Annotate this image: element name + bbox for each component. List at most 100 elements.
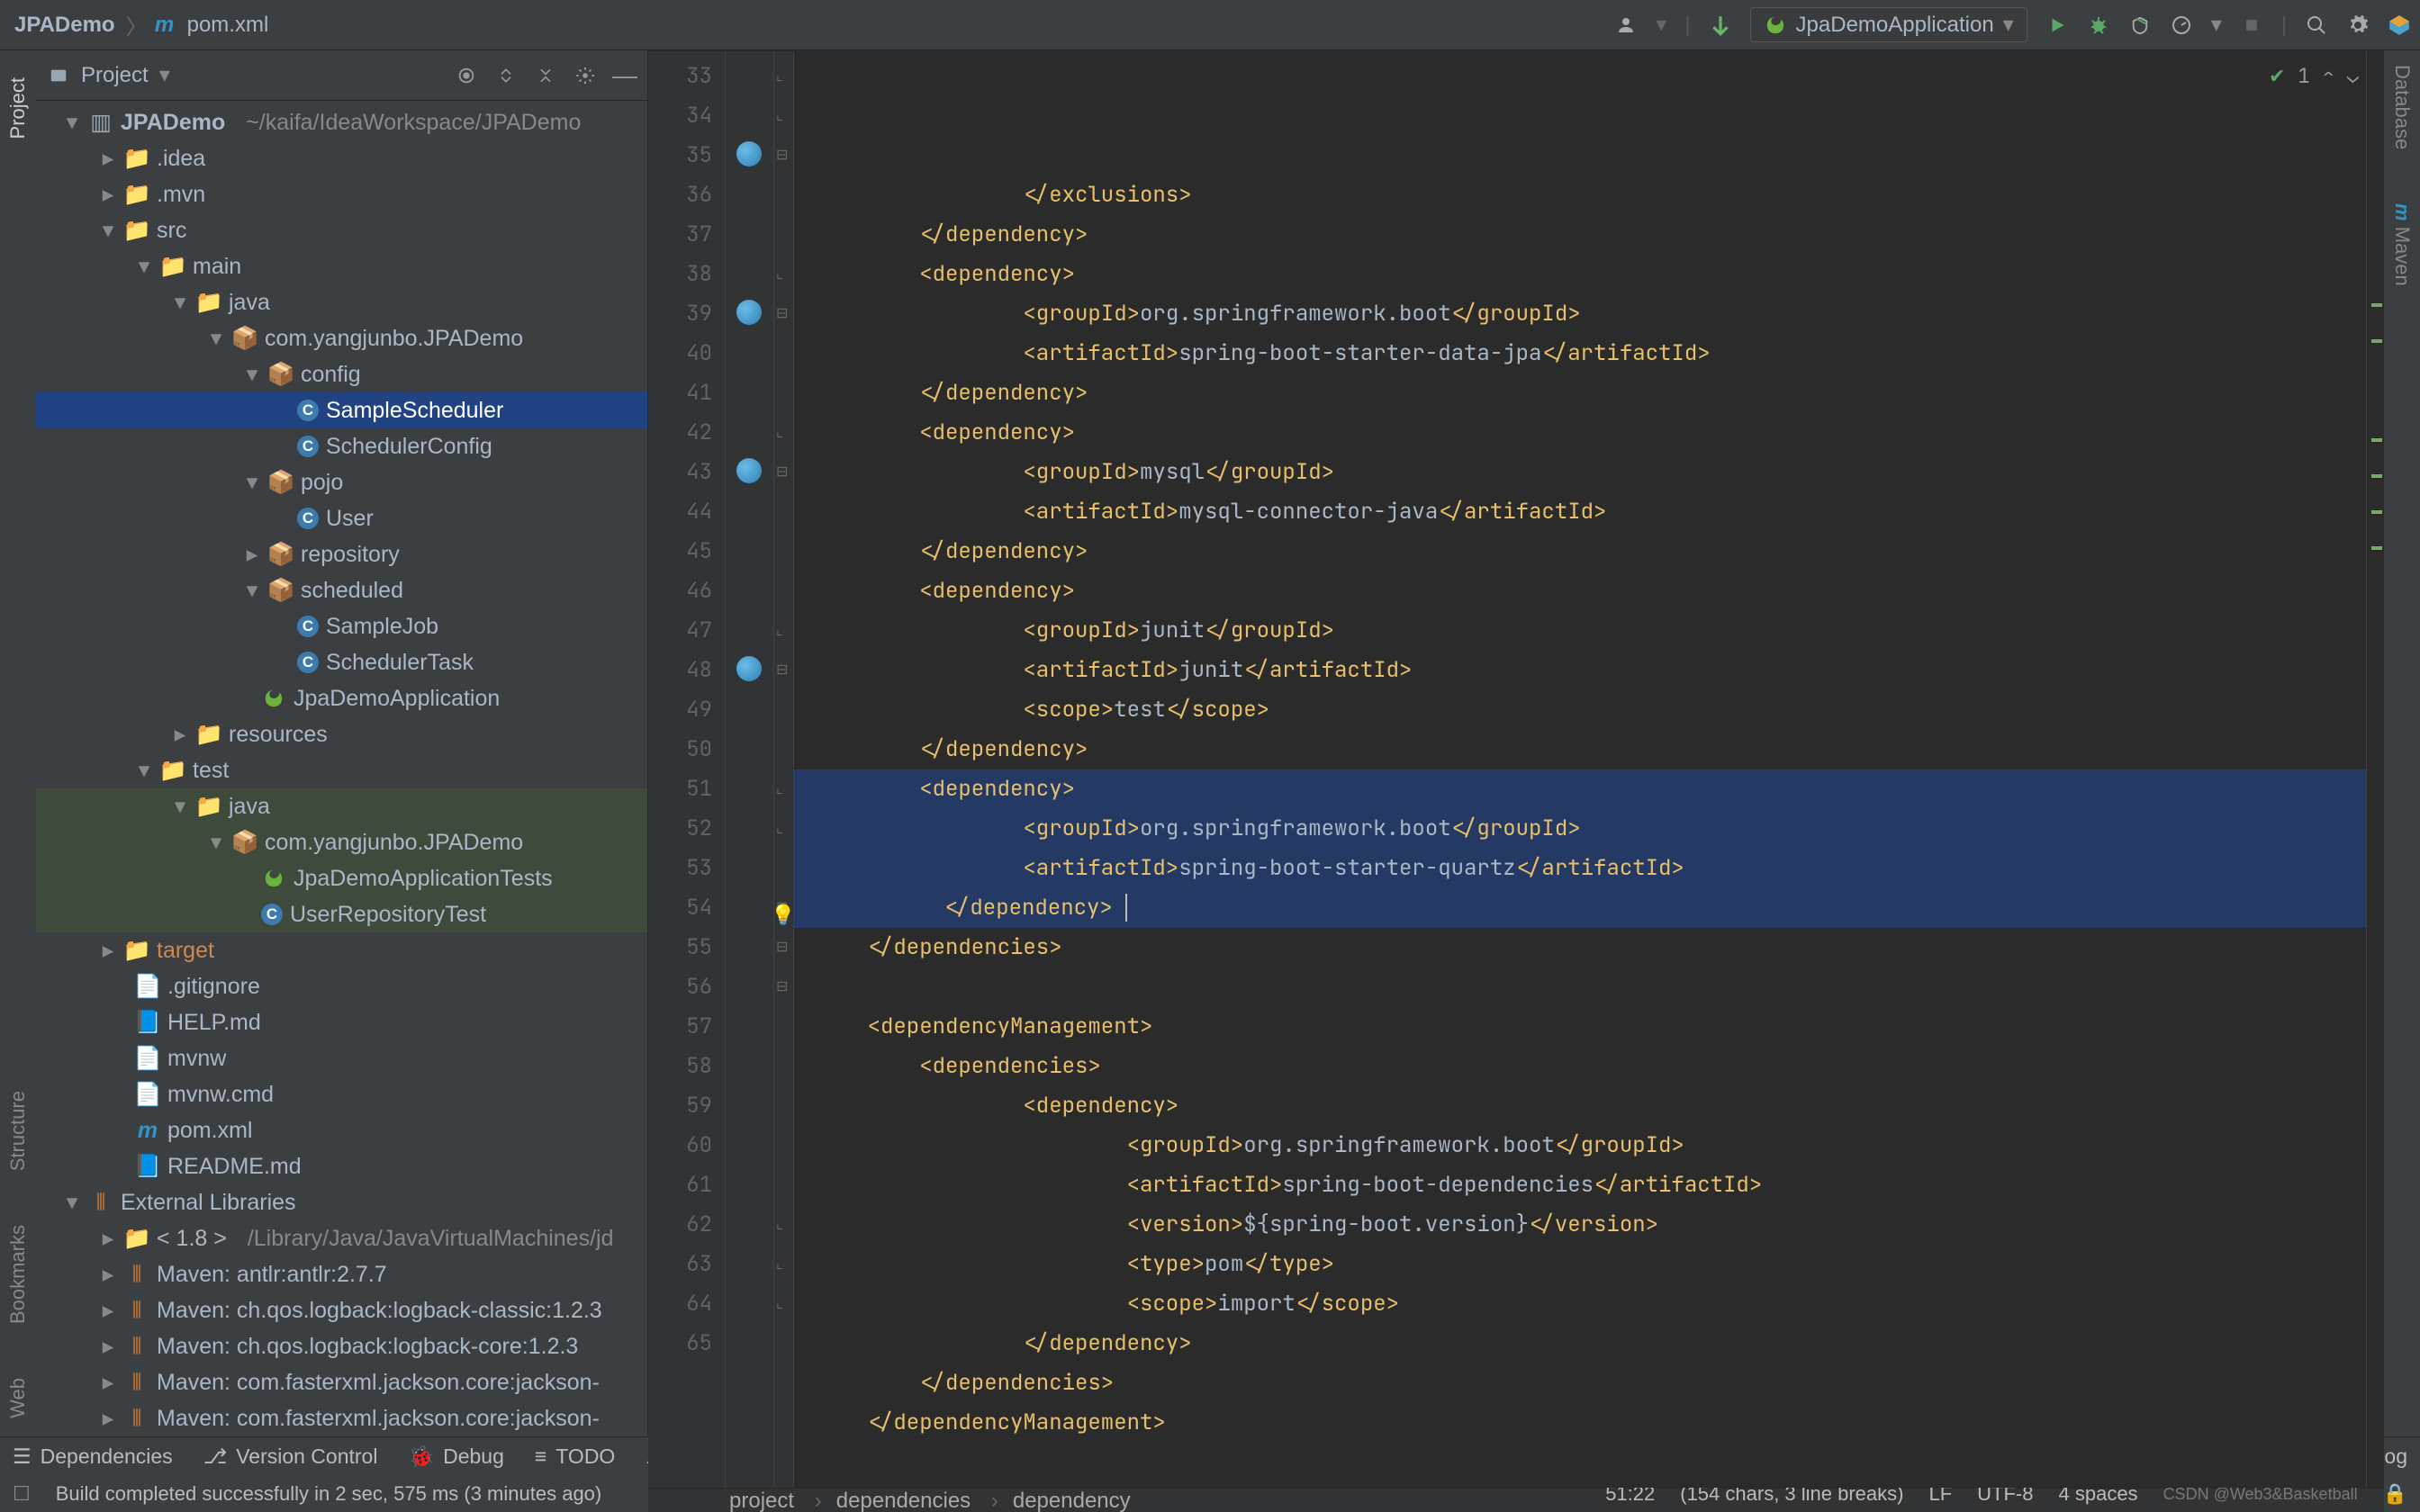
tree-label: JpaDemoApplicationTests (293, 860, 553, 896)
tree-label: .mvn (157, 176, 205, 212)
tree-mvnw[interactable]: 📄mvnw (36, 1040, 647, 1076)
breadcrumb-project[interactable]: project (729, 1489, 822, 1512)
tree-readme[interactable]: 📘README.md (36, 1148, 647, 1184)
tree-pkg[interactable]: ▾📦com.yangjunbo.JPADemo (36, 320, 647, 356)
chevron-up-icon[interactable]: ⌃ (2323, 57, 2334, 96)
vcs-update-icon[interactable] (1709, 14, 1732, 37)
tool-label: Debug (443, 1444, 504, 1469)
code-content[interactable]: ✔ 1 ⌃ ⌄ </exclusions> </dependency> <dep… (794, 51, 2366, 1488)
tree-java[interactable]: ▾📁java (36, 284, 647, 320)
tree-gitignore[interactable]: 📄.gitignore (36, 968, 647, 1004)
debug-icon[interactable] (2087, 14, 2110, 37)
tree-test-pkg[interactable]: ▾📦com.yangjunbo.JPADemo (36, 824, 647, 860)
tree-root[interactable]: ▾▥JPADemo ~/kaifa/IdeaWorkspace/JPADemo (36, 104, 647, 140)
tree-label: main (193, 248, 241, 284)
tree-user-repo-test[interactable]: CUserRepositoryTest (36, 896, 647, 932)
bug-icon: 🐞 (408, 1444, 434, 1469)
tree-scheduler-config[interactable]: CSchedulerConfig (36, 428, 647, 464)
tree-m5[interactable]: ▸⫴Maven: com.fasterxml.jackson.core:jack… (36, 1400, 647, 1436)
breadcrumb-dependency[interactable]: dependency (1013, 1489, 1131, 1512)
tree-label: .gitignore (167, 968, 260, 1004)
profile-icon[interactable] (2170, 14, 2193, 37)
tree-scheduled[interactable]: ▾📦scheduled (36, 572, 647, 608)
tree-target[interactable]: ▸📁target (36, 932, 647, 968)
tree-mvnw-cmd[interactable]: 📄mvnw.cmd (36, 1076, 647, 1112)
tree-help[interactable]: 📘HELP.md (36, 1004, 647, 1040)
avatar-icon[interactable] (2388, 14, 2411, 37)
project-tree[interactable]: ▾▥JPADemo ~/kaifa/IdeaWorkspace/JPADemo … (36, 101, 647, 1436)
tree-ext-lib[interactable]: ▾⫴External Libraries (36, 1184, 647, 1220)
tree-m3[interactable]: ▸⫴Maven: ch.qos.logback:logback-core:1.2… (36, 1328, 647, 1364)
tree-jdk[interactable]: ▸📁< 1.8 > /Library/Java/JavaVirtualMachi… (36, 1220, 647, 1256)
tool-maven[interactable]: m Maven (2390, 203, 2414, 286)
collapse-all-icon[interactable] (534, 64, 557, 87)
run-config-selector[interactable]: JpaDemoApplication ▾ (1750, 7, 2027, 42)
tool-project[interactable]: Project (6, 77, 30, 139)
line-number-gutter: 3334353637383940414243444546474849505152… (648, 51, 726, 1488)
tool-dependencies[interactable]: ☰Dependencies (13, 1444, 173, 1469)
lock-icon[interactable]: 🔒 (2383, 1482, 2407, 1506)
tree-scheduler-task[interactable]: CSchedulerTask (36, 644, 647, 680)
tree-label: External Libraries (121, 1184, 296, 1220)
search-icon[interactable] (2305, 14, 2328, 37)
status-message: Build completed successfully in 2 sec, 5… (56, 1482, 602, 1506)
tree-label: target (157, 932, 214, 968)
code-editor[interactable]: 3334353637383940414243444546474849505152… (648, 51, 2384, 1488)
tool-web[interactable]: Web (6, 1378, 30, 1418)
tree-label: Maven: ch.qos.logback:logback-core:1.2.3 (157, 1328, 578, 1364)
tree-label: src (157, 212, 186, 248)
tool-label: Version Control (236, 1444, 377, 1469)
project-panel-title[interactable]: Project (81, 63, 149, 88)
tree-mvn[interactable]: ▸📁.mvn (36, 176, 647, 212)
tree-test[interactable]: ▾📁test (36, 752, 647, 788)
inspection-widget[interactable]: ✔ 1 ⌃ ⌄ (2269, 57, 2359, 96)
tool-bookmarks[interactable]: Bookmarks (6, 1225, 30, 1324)
tool-debug[interactable]: 🐞 Debug (408, 1444, 503, 1469)
user-icon[interactable] (1614, 14, 1638, 37)
tool-structure[interactable]: Structure (6, 1091, 30, 1171)
project-sidebar: Project ▾ — ▾▥JPADemo ~/kaifa/IdeaWorksp… (36, 50, 648, 1436)
tree-idea[interactable]: ▸📁.idea (36, 140, 647, 176)
tree-m4[interactable]: ▸⫴Maven: com.fasterxml.jackson.core:jack… (36, 1364, 647, 1400)
tree-test-java[interactable]: ▾📁java (36, 788, 647, 824)
error-stripe[interactable] (2366, 51, 2384, 1488)
gear-icon[interactable] (2346, 14, 2370, 37)
tool-database[interactable]: Database (2390, 65, 2414, 149)
run-coverage-icon[interactable] (2128, 14, 2152, 37)
tree-label: SampleJob (326, 608, 438, 644)
tree-pojo[interactable]: ▾📦pojo (36, 464, 647, 500)
tree-jpa-app[interactable]: JpaDemoApplication (36, 680, 647, 716)
tree-user[interactable]: CUser (36, 500, 647, 536)
tree-m2[interactable]: ▸⫴Maven: ch.qos.logback:logback-classic:… (36, 1292, 647, 1328)
expand-all-icon[interactable] (494, 64, 518, 87)
tree-label: Maven: ch.qos.logback:logback-classic:1.… (157, 1292, 602, 1328)
gear-icon[interactable] (573, 64, 597, 87)
breadcrumb-project[interactable]: JPADemo (9, 11, 121, 40)
tree-label: /Library/Java/JavaVirtualMachines/jd (248, 1220, 614, 1256)
run-icon[interactable] (2045, 14, 2069, 37)
select-opened-icon[interactable] (455, 64, 478, 87)
tree-m1[interactable]: ▸⫴Maven: antlr:antlr:2.7.7 (36, 1256, 647, 1292)
hide-icon[interactable]: — (613, 64, 637, 87)
tree-resources[interactable]: ▸📁resources (36, 716, 647, 752)
tree-src[interactable]: ▾📁src (36, 212, 647, 248)
project-panel-header: Project ▾ — (36, 50, 647, 101)
status-icon[interactable]: ☐ (13, 1482, 31, 1506)
tree-sample-scheduler[interactable]: CSampleScheduler (36, 392, 647, 428)
tree-main[interactable]: ▾📁main (36, 248, 647, 284)
breadcrumb-file[interactable]: pom.xml (182, 11, 275, 40)
tool-todo[interactable]: ≡TODO (535, 1444, 615, 1469)
chevron-down-icon[interactable]: ▾ (159, 62, 170, 88)
chevron-down-icon[interactable]: ⌄ (2347, 57, 2359, 96)
chevron-down-icon[interactable]: ▾ (2211, 12, 2222, 38)
tree-label: UserRepositoryTest (290, 896, 486, 932)
breadcrumb-dependencies[interactable]: dependencies (836, 1489, 998, 1512)
tree-config[interactable]: ▾📦config (36, 356, 647, 392)
tree-pom[interactable]: mpom.xml (36, 1112, 647, 1148)
tree-label: SchedulerTask (326, 644, 474, 680)
tool-vcs[interactable]: ⎇Version Control (203, 1444, 378, 1469)
tree-jpa-tests[interactable]: JpaDemoApplicationTests (36, 860, 647, 896)
tree-repository[interactable]: ▸📦repository (36, 536, 647, 572)
tree-label: scheduled (301, 572, 403, 608)
tree-sample-job[interactable]: CSampleJob (36, 608, 647, 644)
